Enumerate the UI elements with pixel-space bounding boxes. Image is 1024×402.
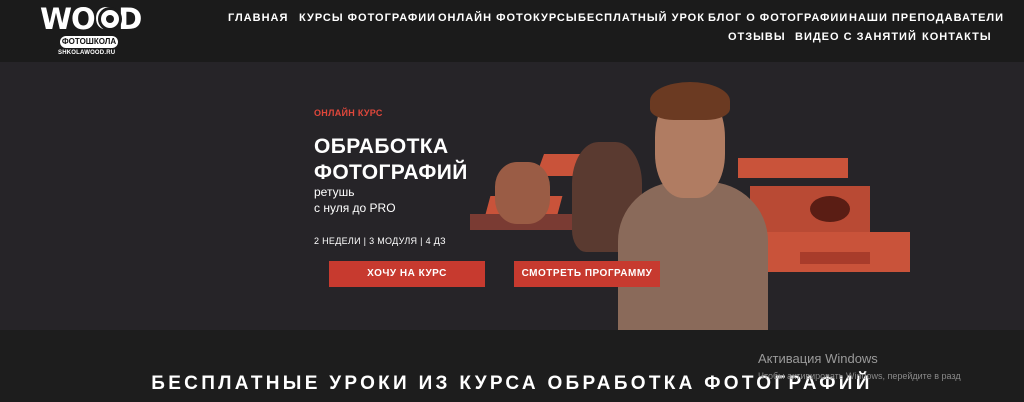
nav-item-home[interactable]: ГЛАВНАЯ	[228, 12, 288, 24]
logo-brand: WOOD	[40, 2, 142, 36]
logo-camera-icon	[98, 7, 122, 31]
nav-item-videos[interactable]: ВИДЕО С ЗАНЯТИЙ	[795, 31, 917, 43]
nav-item-photo-courses[interactable]: КУРСЫ ФОТОГРАФИИ	[299, 12, 436, 24]
eye-closeup-image	[810, 196, 850, 222]
nav-item-teachers[interactable]: НАШИ ПРЕПОДАВАТЕЛИ	[849, 12, 1004, 24]
course-subtitle-line2: с нуля до PRO	[314, 201, 396, 215]
course-kicker: ОНЛАЙН КУРС	[314, 108, 383, 118]
course-subtitle-line1: ретушь	[314, 185, 355, 199]
windows-activation-title: Активация Windows	[758, 351, 878, 366]
nav-item-contacts[interactable]: КОНТАКТЫ	[922, 31, 992, 43]
course-title-line2: ФОТОГРАФИЙ	[314, 161, 468, 184]
nav-item-blog[interactable]: БЛОГ О ФОТОГРАФИИ	[708, 12, 848, 24]
logo-site: SHKOLAWOOD.RU	[58, 50, 116, 56]
hero-banner: ОНЛАЙН КУРС ОБРАБОТКА ФОТОГРАФИЙ ретушь …	[0, 62, 1024, 330]
enroll-button[interactable]: ХОЧУ НА КУРС	[329, 261, 485, 287]
brush-stripe	[800, 252, 870, 264]
nav-item-free-lesson[interactable]: БЕСПЛАТНЫЙ УРОК	[578, 12, 705, 24]
free-lessons-section: БЕСПЛАТНЫЕ УРОКИ ИЗ КУРСА ОБРАБОТКА ФОТО…	[0, 330, 1024, 402]
brush-stripe	[738, 158, 848, 178]
nav-item-reviews[interactable]: ОТЗЫВЫ	[728, 31, 786, 43]
course-meta: 2 НЕДЕЛИ | 3 МОДУЛЯ | 4 ДЗ	[314, 236, 446, 246]
course-title: ОБРАБОТКА ФОТОГРАФИЙ	[314, 134, 544, 186]
logo[interactable]: WOOD ФОТОШКОЛА SHKOLAWOOD.RU	[40, 4, 152, 60]
site-header: WOOD ФОТОШКОЛА SHKOLAWOOD.RU ГЛАВНАЯ КУР…	[0, 0, 1024, 62]
windows-activation-text: Чтобы активировать Windows, перейдите в …	[758, 371, 961, 381]
logo-school: ФОТОШКОЛА	[60, 36, 118, 48]
model-hair-image	[650, 82, 730, 120]
model-dress-image	[618, 182, 768, 330]
course-subtitle: ретушь с нуля до PRO	[314, 184, 396, 216]
course-title-line1: ОБРАБОТКА	[314, 135, 449, 158]
nav-item-online-courses[interactable]: ОНЛАЙН ФОТОКУРСЫ	[438, 12, 578, 24]
view-program-button[interactable]: СМОТРЕТЬ ПРОГРАММУ	[514, 261, 660, 287]
